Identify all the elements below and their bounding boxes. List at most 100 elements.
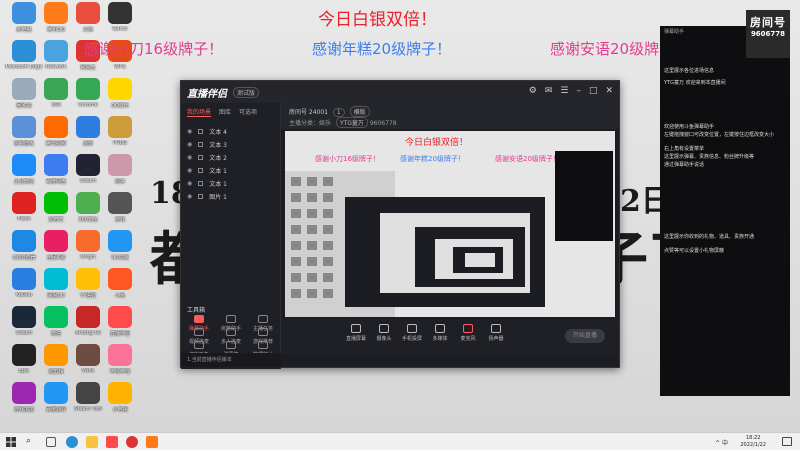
visibility-eye-icon[interactable]: ◉ bbox=[187, 167, 192, 174]
desktop-icon[interactable]: PUBG bbox=[100, 114, 140, 154]
control-icon bbox=[407, 324, 417, 333]
chat-message: 这里展示各位进场信息 bbox=[664, 68, 715, 74]
desktop-icon[interactable]: UU加速 bbox=[100, 228, 140, 268]
scene-item[interactable]: ◉ 文本 1 bbox=[181, 164, 280, 177]
scene-item[interactable]: ◉ 文本 4 bbox=[181, 125, 280, 138]
desktop-icon-label: WPS bbox=[114, 64, 126, 70]
live-control-button[interactable]: 手机投屏 bbox=[397, 324, 427, 342]
danmaku-chat-panel[interactable]: 弹幕助手 这里展示各位进场信息 YTG童万 欢迎来到本直播间 欢迎使用斗鱼弹幕助手左… bbox=[660, 26, 790, 396]
toolbox-item[interactable]: 数据统计 bbox=[247, 341, 279, 358]
close-icon[interactable]: ✕ bbox=[605, 86, 613, 96]
app-icon bbox=[12, 382, 36, 404]
search-icon[interactable]: ⌕ bbox=[26, 436, 31, 446]
app-icon bbox=[12, 344, 36, 366]
chat-message: YTG童万 欢迎来到本直播间 bbox=[664, 80, 726, 86]
tool-icon bbox=[226, 315, 236, 323]
system-tray[interactable]: ^ 中 bbox=[715, 438, 728, 447]
live-control-button[interactable]: 直播屏幕 bbox=[341, 324, 371, 342]
room-category[interactable]: 主播分类：娱乐 bbox=[289, 120, 331, 127]
app-icon bbox=[12, 306, 36, 328]
toolbox-item[interactable]: 弹幕墙 bbox=[215, 341, 247, 358]
app-icon bbox=[108, 2, 132, 24]
scene-item[interactable]: ◉ 文本 1 bbox=[181, 177, 280, 190]
toolbox-item[interactable]: 视频连麦 bbox=[183, 328, 215, 345]
tool-icon bbox=[194, 328, 204, 336]
live-control-button[interactable]: 扬声器 bbox=[481, 324, 511, 342]
control-icon bbox=[435, 324, 445, 333]
settings-icon[interactable]: ⚙ bbox=[529, 86, 537, 96]
desktop-icon-label: 原神 bbox=[114, 179, 125, 185]
app-icon bbox=[44, 268, 68, 290]
tab-my-scenes[interactable]: 我的场景 bbox=[187, 107, 212, 117]
app-titlebar[interactable]: 直播伴侣 测试版 ⚙ ✉ ☰ – □ ✕ bbox=[181, 81, 619, 103]
orientation-badge[interactable]: 横版 bbox=[349, 106, 370, 117]
toolbox-item[interactable]: 游戏推荐 bbox=[247, 328, 279, 345]
explorer-taskbar-icon[interactable] bbox=[86, 436, 98, 448]
tab-options[interactable]: 可选项 bbox=[239, 107, 257, 117]
minimize-icon[interactable]: – bbox=[576, 86, 581, 96]
streaming-app-taskbar-icon[interactable] bbox=[106, 436, 118, 448]
scene-checkbox[interactable] bbox=[198, 181, 204, 186]
scene-checkbox[interactable] bbox=[198, 168, 204, 173]
desktop-icon[interactable]: 哔哩哔哩 bbox=[100, 342, 140, 382]
toolbox-item[interactable]: 房管助手 bbox=[215, 315, 247, 332]
taskbar-clock[interactable]: 18:22 2022/1/22 bbox=[740, 435, 766, 449]
maximize-icon[interactable]: □ bbox=[589, 86, 598, 96]
preview-recursion-image: 今日白银双倍！ 感谢小刀16级牌子！ 感谢年糕20级牌子！ 感谢安语20级牌子！ bbox=[285, 131, 615, 317]
toolbox-item[interactable]: 弹幕助手 bbox=[183, 315, 215, 332]
app-icon bbox=[108, 382, 132, 404]
svg-text:感谢年糕20级牌子！: 感谢年糕20级牌子！ bbox=[400, 154, 465, 163]
desktop-icon[interactable]: Game bbox=[100, 0, 140, 40]
visibility-eye-icon[interactable]: ◉ bbox=[187, 141, 192, 148]
notification-icon[interactable] bbox=[782, 437, 792, 446]
task-view-icon[interactable] bbox=[46, 437, 56, 447]
toolbox-title: 工具箱 bbox=[187, 307, 206, 314]
douyu-taskbar-icon[interactable] bbox=[146, 436, 158, 448]
desktop-icon[interactable]: 斗鱼 bbox=[100, 266, 140, 306]
app-icon bbox=[12, 78, 36, 100]
scene-checkbox[interactable] bbox=[198, 155, 204, 160]
scene-item[interactable]: ◉ 文本 2 bbox=[181, 151, 280, 164]
scene-label: 文本 1 bbox=[209, 181, 227, 188]
chat-message: 点赞等可以设置小礼物屏蔽 bbox=[664, 248, 725, 254]
edge-taskbar-icon[interactable] bbox=[66, 436, 78, 448]
go-live-button[interactable]: 开始直播 bbox=[565, 329, 605, 343]
control-label: 麦克风 bbox=[460, 336, 476, 342]
visibility-eye-icon[interactable]: ◉ bbox=[187, 128, 192, 135]
control-label: 直播屏幕 bbox=[345, 336, 366, 342]
netease-taskbar-icon[interactable] bbox=[126, 436, 138, 448]
chat-message: 这里展示弹幕、贵族信息、粉丝牌升级等 bbox=[664, 154, 755, 160]
app-icon bbox=[44, 2, 68, 24]
visibility-eye-icon[interactable]: ◉ bbox=[187, 193, 192, 200]
windows-start-icon[interactable] bbox=[6, 437, 16, 447]
toolbox-item[interactable]: 虚拟形象 bbox=[183, 341, 215, 358]
scene-checkbox[interactable] bbox=[198, 142, 204, 147]
desktop-icon[interactable]: 小电视 bbox=[100, 380, 140, 420]
toolbox-item[interactable]: 多人连麦 bbox=[215, 328, 247, 345]
visibility-eye-icon[interactable]: ◉ bbox=[187, 180, 192, 187]
app-icon bbox=[108, 154, 132, 176]
app-icon bbox=[44, 306, 68, 328]
scene-checkbox[interactable] bbox=[198, 129, 204, 134]
streaming-app-window[interactable]: 直播伴侣 测试版 ⚙ ✉ ☰ – □ ✕ 我的场景 图库 可选项 ◉ 文本 4 ◉ 文… bbox=[180, 80, 620, 369]
desktop-icon[interactable]: QQ音乐 bbox=[100, 76, 140, 116]
stream-preview[interactable]: 今日白银双倍！ 感谢小刀16级牌子！ 感谢年糕20级牌子！ 感谢安语20级牌子！ bbox=[285, 131, 615, 317]
live-control-button[interactable]: 多媒体 bbox=[425, 324, 455, 342]
mail-icon[interactable]: ✉ bbox=[545, 86, 553, 96]
tab-gallery[interactable]: 图库 bbox=[219, 107, 231, 117]
desktop-icon[interactable]: 直播伴侣 bbox=[100, 304, 140, 344]
app-icon bbox=[108, 344, 132, 366]
menu-icon[interactable]: ☰ bbox=[560, 86, 568, 96]
live-control-button[interactable]: 摄像头 bbox=[369, 324, 399, 342]
scene-checkbox[interactable] bbox=[198, 194, 204, 199]
visibility-eye-icon[interactable]: ◉ bbox=[187, 154, 192, 161]
scene-item[interactable]: ◉ 图片 1 bbox=[181, 190, 280, 203]
toolbox-item[interactable]: 主播任务 bbox=[247, 315, 279, 332]
control-icon bbox=[491, 324, 501, 333]
desktop-icon[interactable]: 游戏 bbox=[100, 190, 140, 230]
app-icon bbox=[76, 2, 100, 24]
scene-item[interactable]: ◉ 文本 3 bbox=[181, 138, 280, 151]
live-control-button[interactable]: 麦克风 bbox=[453, 324, 483, 342]
desktop-icon[interactable]: 原神 bbox=[100, 152, 140, 192]
room-badge: 1 bbox=[332, 108, 345, 117]
